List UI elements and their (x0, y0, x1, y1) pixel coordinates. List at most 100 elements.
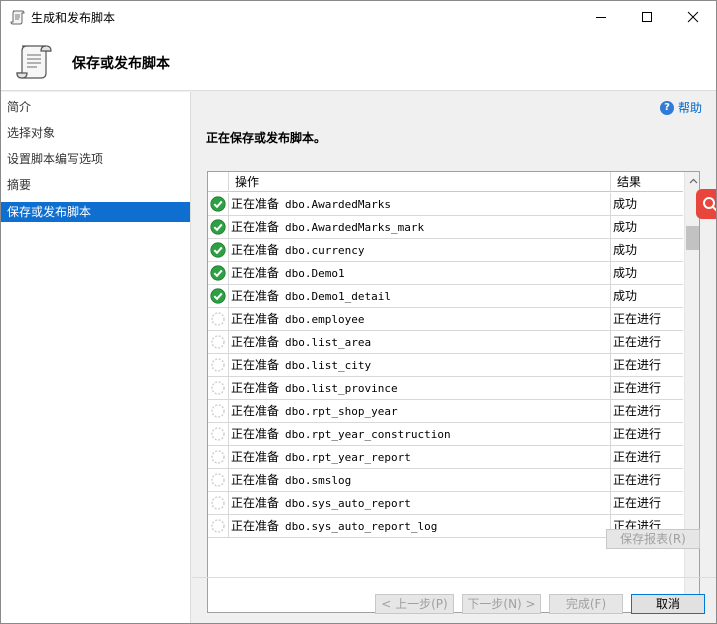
operation-object: dbo.Demo1 (285, 267, 345, 280)
maximize-icon (642, 11, 652, 22)
finish-button[interactable]: 完成(F) (549, 594, 623, 614)
minimize-icon (596, 16, 606, 18)
table-row[interactable]: 正在准备 dbo.Demo1 成功 (208, 262, 683, 285)
close-button[interactable] (670, 1, 716, 32)
table-row[interactable]: 正在准备 dbo.list_city 正在进行 (208, 354, 683, 377)
operation-action: 正在准备 (231, 404, 280, 418)
previous-button[interactable]: < 上一步(P) (375, 594, 454, 614)
operation-object: dbo.smslog (285, 474, 352, 487)
scroll-up-button[interactable] (685, 172, 699, 189)
success-check-icon (208, 239, 229, 261)
title-bar: 生成和发布脚本 (1, 1, 716, 32)
side-search-tab[interactable] (696, 189, 716, 219)
in-progress-spinner-icon (208, 377, 229, 399)
table-row[interactable]: 正在准备 dbo.AwardedMarks_mark 成功 (208, 216, 683, 239)
save-report-button[interactable]: 保存报表(R) (606, 529, 700, 549)
operation-object: dbo.currency (285, 244, 365, 257)
operation-cell: 正在准备 dbo.currency (229, 239, 611, 261)
operation-cell: 正在准备 dbo.Demo1_detail (229, 285, 611, 307)
maximize-button[interactable] (624, 1, 670, 32)
table-row[interactable]: 正在准备 dbo.rpt_shop_year 正在进行 (208, 400, 683, 423)
nav-item-summary[interactable]: 摘要 (1, 175, 190, 195)
operation-cell: 正在准备 dbo.list_area (229, 331, 611, 353)
result-cell: 成功 (613, 243, 638, 257)
result-cell: 正在进行 (613, 473, 662, 487)
operation-cell: 正在准备 dbo.smslog (229, 469, 611, 491)
table-row[interactable]: 正在准备 dbo.list_area 正在进行 (208, 331, 683, 354)
table-row[interactable]: 正在准备 dbo.sys_auto_report 正在进行 (208, 492, 683, 515)
operation-action: 正在准备 (231, 220, 280, 234)
footer-divider (192, 577, 716, 578)
operation-object: dbo.rpt_year_report (285, 451, 411, 464)
success-check-icon (208, 285, 229, 307)
in-progress-spinner-icon (208, 354, 229, 376)
table-row[interactable]: 正在准备 dbo.employee 正在进行 (208, 308, 683, 331)
column-header-result[interactable]: 结果 (611, 172, 683, 192)
operation-cell: 正在准备 dbo.sys_auto_report_log (229, 515, 611, 537)
table-row[interactable]: 正在准备 dbo.rpt_year_construction 正在进行 (208, 423, 683, 446)
table-row[interactable]: 正在准备 dbo.smslog 正在进行 (208, 469, 683, 492)
in-progress-spinner-icon (208, 469, 229, 491)
operation-action: 正在准备 (231, 335, 280, 349)
success-check-icon (208, 216, 229, 238)
search-icon (703, 197, 716, 212)
table-row[interactable]: 正在准备 dbo.AwardedMarks 成功 (208, 193, 683, 216)
operation-cell: 正在准备 dbo.Demo1 (229, 262, 611, 284)
cancel-button[interactable]: 取消 (631, 594, 705, 614)
operation-action: 正在准备 (231, 427, 280, 441)
success-check-icon (208, 262, 229, 284)
nav-item-scripting-options[interactable]: 设置脚本编写选项 (1, 149, 190, 169)
minimize-button[interactable] (578, 1, 624, 32)
table-row[interactable]: 正在准备 dbo.rpt_year_report 正在进行 (208, 446, 683, 469)
operation-object: dbo.sys_auto_report_log (285, 520, 438, 533)
operation-action: 正在准备 (231, 519, 280, 533)
operation-cell: 正在准备 dbo.employee (229, 308, 611, 330)
in-progress-spinner-icon (208, 423, 229, 445)
in-progress-spinner-icon (208, 400, 229, 422)
operation-cell: 正在准备 dbo.rpt_year_construction (229, 423, 611, 445)
in-progress-spinner-icon (208, 446, 229, 468)
wizard-header: 保存或发布脚本 (1, 32, 716, 91)
in-progress-spinner-icon (208, 331, 229, 353)
nav-item-choose-objects[interactable]: 选择对象 (1, 123, 190, 143)
result-cell: 成功 (613, 220, 638, 234)
operation-action: 正在准备 (231, 381, 280, 395)
page-title: 保存或发布脚本 (72, 56, 170, 72)
operation-cell: 正在准备 dbo.sys_auto_report (229, 492, 611, 514)
operation-object: dbo.sys_auto_report (285, 497, 411, 510)
result-cell: 正在进行 (613, 335, 662, 349)
nav-item-introduction[interactable]: 简介 (1, 97, 190, 117)
main-content: ? 帮助 正在保存或发布脚本。 操作 结果 正在准备 dbo.AwardedMar… (192, 92, 716, 623)
operation-object: dbo.AwardedMarks_mark (285, 221, 425, 234)
help-link[interactable]: ? 帮助 (659, 99, 702, 116)
grid-rows: 正在准备 dbo.AwardedMarks 成功正在准备 dbo.AwardedMar… (208, 193, 683, 538)
operation-cell: 正在准备 dbo.rpt_shop_year (229, 400, 611, 422)
nav-item-save-or-publish[interactable]: 保存或发布脚本 (1, 202, 190, 222)
window-title: 生成和发布脚本 (31, 11, 116, 25)
operation-object: dbo.rpt_year_construction (285, 428, 451, 441)
operation-object: dbo.employee (285, 313, 365, 326)
help-icon: ? (659, 100, 674, 115)
in-progress-spinner-icon (208, 308, 229, 330)
operation-action: 正在准备 (231, 358, 280, 372)
operation-object: dbo.rpt_shop_year (285, 405, 398, 418)
result-cell: 正在进行 (613, 450, 662, 464)
column-header-operation[interactable]: 操作 (229, 172, 611, 192)
in-progress-spinner-icon (208, 492, 229, 514)
operation-action: 正在准备 (231, 289, 280, 303)
table-row[interactable]: 正在准备 dbo.currency 成功 (208, 239, 683, 262)
section-title: 正在保存或发布脚本。 (206, 131, 327, 145)
generate-scripts-window: 生成和发布脚本 保存或发布脚本 简介 选择对象 设置脚本编写选项 摘要 保存或发… (0, 0, 717, 624)
operation-action: 正在准备 (231, 243, 280, 257)
result-cell: 正在进行 (613, 381, 662, 395)
result-cell: 正在进行 (613, 427, 662, 441)
scrollbar-thumb[interactable] (686, 226, 699, 250)
table-row[interactable]: 正在准备 dbo.list_province 正在进行 (208, 377, 683, 400)
result-cell: 成功 (613, 266, 638, 280)
next-button[interactable]: 下一步(N) > (462, 594, 541, 614)
operation-action: 正在准备 (231, 473, 280, 487)
operation-action: 正在准备 (231, 312, 280, 326)
operation-action: 正在准备 (231, 266, 280, 280)
help-label: 帮助 (677, 101, 702, 115)
table-row[interactable]: 正在准备 dbo.Demo1_detail 成功 (208, 285, 683, 308)
